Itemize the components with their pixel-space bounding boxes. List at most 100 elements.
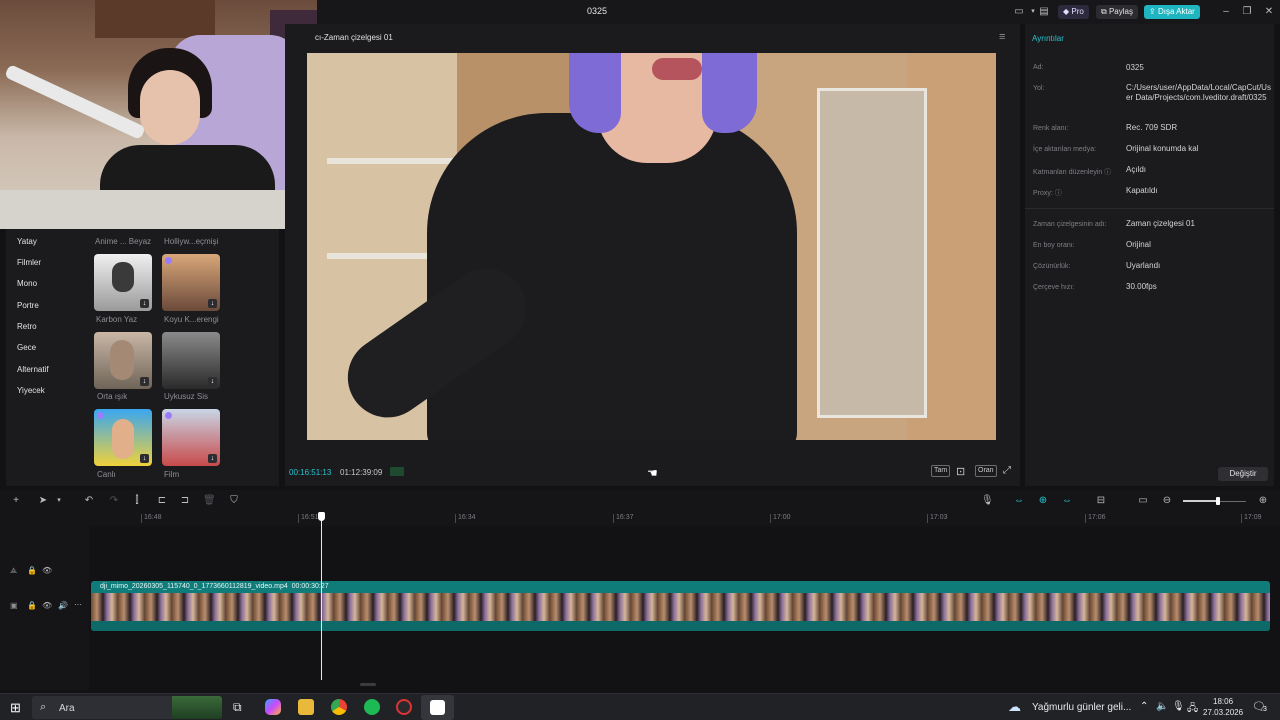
maximize-icon[interactable]: ❐ xyxy=(1240,6,1254,18)
video-clip[interactable]: dji_mimo_20260305_115740_0_1773660112819… xyxy=(91,581,1270,631)
category-portre[interactable]: Portre xyxy=(17,301,39,310)
caption-icon[interactable]: ▭ xyxy=(1137,495,1149,507)
subject-lips xyxy=(652,58,702,80)
filter-thumb-canli[interactable]: ↓ xyxy=(94,409,152,466)
zoom-in-icon[interactable]: ⊕ xyxy=(1257,495,1269,507)
detail-label: Çerçeve hızı: xyxy=(1033,284,1075,291)
aspect-ratio-button[interactable]: Oran xyxy=(975,465,997,477)
eye-icon[interactable]: 👁 xyxy=(42,566,52,575)
filter-thumb-orta[interactable]: ↓ xyxy=(94,332,152,389)
download-icon[interactable]: ↓ xyxy=(208,299,217,308)
magnet-icon[interactable]: ⊕ xyxy=(1037,495,1049,507)
trim-left-icon[interactable]: ⊏ xyxy=(156,495,168,507)
preview-axis-icon[interactable]: ⊟ xyxy=(1095,495,1107,507)
filter-thumb-film[interactable]: ↓ xyxy=(162,409,220,466)
zoom-slider[interactable] xyxy=(1183,497,1246,505)
search-box[interactable]: ⌕ Ara xyxy=(32,696,222,719)
tick-mark xyxy=(1241,514,1242,523)
subject-hair xyxy=(702,53,757,133)
task-view-icon[interactable]: ⧉ xyxy=(233,700,242,715)
playhead[interactable] xyxy=(321,513,322,680)
category-alternatif[interactable]: Alternatif xyxy=(17,365,49,374)
windows-start-icon[interactable]: ⊞ xyxy=(10,700,21,716)
more-icon[interactable]: ⋯ xyxy=(74,600,82,609)
timeline-ruler[interactable]: 16:48 16:51 16:34 16:37 17:00 17:03 17:0… xyxy=(0,512,1280,526)
undo-icon[interactable]: ↶ xyxy=(83,495,95,507)
zoom-slider-handle[interactable] xyxy=(1216,497,1220,505)
filter-label: Holliyw...eçmişi xyxy=(164,237,219,246)
zoom-out-icon[interactable]: ⊖ xyxy=(1161,495,1173,507)
layout-icon[interactable]: ▭ xyxy=(1012,6,1026,18)
lock-icon[interactable]: 🔒 xyxy=(27,566,37,575)
expand-icon[interactable]: ⤢ xyxy=(1003,465,1011,476)
chrome-icon[interactable] xyxy=(331,699,347,715)
weather-cloud-icon[interactable]: ☁ xyxy=(1008,699,1021,715)
select-tool-icon[interactable]: ➤ xyxy=(37,495,49,507)
change-button[interactable]: Değiştir xyxy=(1218,467,1268,481)
delete-icon[interactable]: 🗑 xyxy=(203,495,216,507)
redo-icon[interactable]: ↷ xyxy=(108,495,120,507)
clock-time[interactable]: 18:06 xyxy=(1213,697,1233,706)
minimize-icon[interactable]: – xyxy=(1219,6,1233,18)
microphone-icon[interactable]: 🎙 xyxy=(981,495,994,507)
scroll-handle[interactable] xyxy=(360,683,376,686)
speaker-icon[interactable]: 🔈 xyxy=(1156,701,1168,712)
close-icon[interactable]: ✕ xyxy=(1262,6,1276,18)
eye-icon[interactable]: 👁 xyxy=(42,601,52,610)
tick-mark xyxy=(613,514,614,523)
snap-icon[interactable]: ⇔ xyxy=(1061,495,1073,507)
capcut-taskbar-button[interactable] xyxy=(421,695,454,720)
detail-label: Renk alanı: xyxy=(1033,125,1069,132)
add-icon[interactable]: + xyxy=(10,495,22,507)
tick-label: 17:06 xyxy=(1088,514,1106,521)
download-icon[interactable]: ↓ xyxy=(208,454,217,463)
network-icon[interactable]: 🖧 xyxy=(1187,701,1198,718)
chevron-down-icon[interactable]: ▾ xyxy=(53,495,65,507)
menu-icon[interactable]: ≡ xyxy=(999,31,1005,43)
shower-door xyxy=(817,88,927,418)
divider xyxy=(1025,208,1274,209)
video-preview[interactable] xyxy=(307,53,996,440)
audio-icon[interactable]: 🔊 xyxy=(58,601,68,610)
category-mono[interactable]: Mono xyxy=(17,279,37,288)
detail-value: 30.00fps xyxy=(1126,282,1157,291)
file-explorer-icon[interactable] xyxy=(298,699,314,715)
link-icon[interactable]: ⇔ xyxy=(1013,495,1025,507)
clip-thumbnails xyxy=(91,593,1270,621)
trim-right-icon[interactable]: ⊐ xyxy=(179,495,191,507)
category-yiyecek[interactable]: Yiyecek xyxy=(17,386,45,395)
filter-thumb-koyu[interactable]: ↓ xyxy=(162,254,220,311)
export-button[interactable]: ⇪ Dışa Aktar xyxy=(1144,5,1200,19)
zoom-fit-icon[interactable]: ⊡ xyxy=(956,465,965,478)
playhead-handle[interactable] xyxy=(318,512,325,521)
tick-label: 16:37 xyxy=(616,514,634,521)
category-retro[interactable]: Retro xyxy=(17,322,37,331)
share-button[interactable]: ⧉ Paylaş xyxy=(1096,5,1138,19)
shortcut-icon[interactable]: ▤ xyxy=(1037,6,1051,18)
chevron-up-icon[interactable]: ⌃ xyxy=(1140,701,1148,712)
player-panel: cı-Zaman çizelgesi 01 ≡ 00:16:51:13 01:1… xyxy=(285,24,1020,486)
clock-date[interactable]: 27.03.2026 xyxy=(1203,708,1243,717)
download-icon[interactable]: ↓ xyxy=(140,454,149,463)
filter-thumb-uykusuz[interactable]: ↓ xyxy=(162,332,220,389)
category-gece[interactable]: Gece xyxy=(17,343,36,352)
microphone-icon[interactable]: 🎙 xyxy=(1172,701,1185,712)
download-icon[interactable]: ↓ xyxy=(140,299,149,308)
fullscreen-mode-button[interactable]: Tam xyxy=(931,465,951,477)
filter-thumb-karbon[interactable]: ↓ xyxy=(94,254,152,311)
shield-icon[interactable]: ⛉ xyxy=(228,495,240,507)
category-filmler[interactable]: Filmler xyxy=(17,258,41,267)
spotify-icon[interactable] xyxy=(364,699,380,715)
download-icon[interactable]: ↓ xyxy=(140,377,149,386)
copilot-icon[interactable] xyxy=(265,699,281,715)
pro-button[interactable]: ◆ Pro xyxy=(1058,5,1089,19)
detail-label: En boy oranı: xyxy=(1033,242,1075,249)
lock-icon[interactable]: 🔒 xyxy=(27,601,37,610)
obs-icon[interactable] xyxy=(396,699,412,715)
category-yatay[interactable]: Yatay xyxy=(17,237,37,246)
weather-text[interactable]: Yağmurlu günler geli... xyxy=(1032,702,1131,713)
filter-label: Anime ... Beyaz xyxy=(95,237,152,246)
split-icon[interactable]: ⫿ xyxy=(131,495,143,507)
clip-name: dji_mimo_20260305_115740_0_1773660112819… xyxy=(100,583,288,590)
download-icon[interactable]: ↓ xyxy=(208,377,217,386)
